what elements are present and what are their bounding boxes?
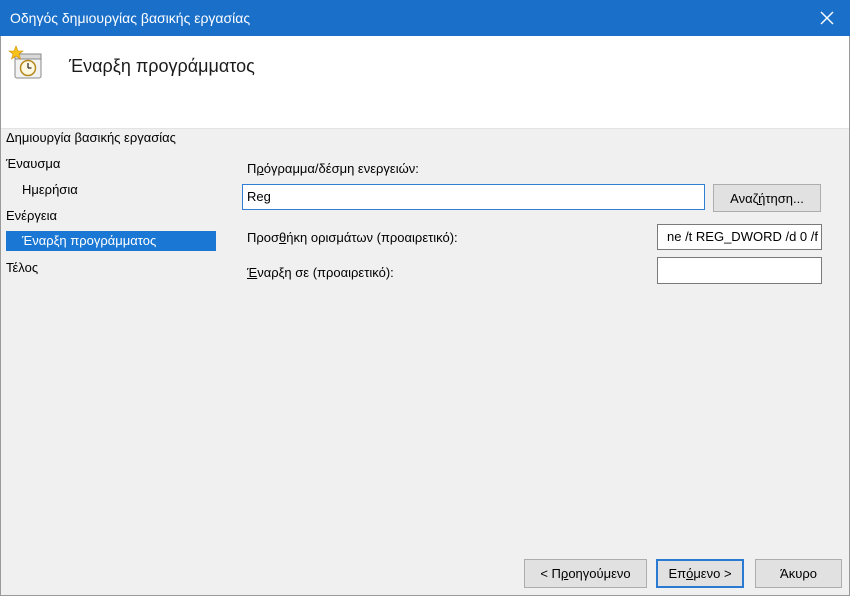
step-create-basic-task: Δημιουργία βασικής εργασίας <box>6 130 176 145</box>
step-label: Έναρξη προγράμματος <box>22 233 157 248</box>
step-label: Δημιουργία βασικής εργασίας <box>6 130 176 145</box>
arguments-input-value: ne /t REG_DWORD /d 0 /f <box>667 229 818 244</box>
access-key: ρ <box>256 161 264 176</box>
step-daily: Ημερήσια <box>22 182 78 197</box>
page-heading: Έναρξη προγράμματος <box>69 56 255 76</box>
close-icon <box>820 11 834 25</box>
start-in-input[interactable] <box>657 257 822 284</box>
step-label: Έναυσμα <box>6 156 61 171</box>
next-button[interactable]: Επόμενο > <box>656 559 744 588</box>
program-label: Πρόγραμμα/δέσμη ενεργειών: <box>247 161 419 176</box>
title-bar: Οδηγός δημιουργίας βασικής εργασίας <box>0 0 850 36</box>
step-label: Ημερήσια <box>22 182 78 197</box>
window-title: Οδηγός δημιουργίας βασικής εργασίας <box>10 10 251 26</box>
program-input[interactable]: Reg <box>242 184 705 210</box>
browse-button[interactable]: Αναζήτηση... <box>713 184 821 212</box>
arguments-label: Προσθήκη ορισμάτων (προαιρετικό): <box>247 230 458 245</box>
program-input-value: Reg <box>247 189 271 204</box>
step-label: Τέλος <box>6 260 39 275</box>
task-clock-icon <box>8 45 42 79</box>
access-key: Έ <box>247 265 258 280</box>
step-label: Ενέργεια <box>6 208 58 223</box>
step-trigger: Έναυσμα <box>6 156 60 171</box>
cancel-button[interactable]: Άκυρο <box>755 559 842 588</box>
step-start-program: Έναρξη προγράμματος <box>6 231 216 251</box>
step-finish: Τέλος <box>6 260 38 275</box>
back-button[interactable]: < Προηγούμενο <box>524 559 647 588</box>
step-action: Ενέργεια <box>6 208 57 223</box>
window-border <box>0 36 1 596</box>
arguments-input[interactable]: ne /t REG_DWORD /d 0 /f <box>657 224 822 250</box>
start-in-label: Έναρξη σε (προαιρετικό): <box>247 265 394 280</box>
close-button[interactable] <box>804 0 850 36</box>
wizard-header: Έναρξη προγράμματος <box>0 36 850 129</box>
